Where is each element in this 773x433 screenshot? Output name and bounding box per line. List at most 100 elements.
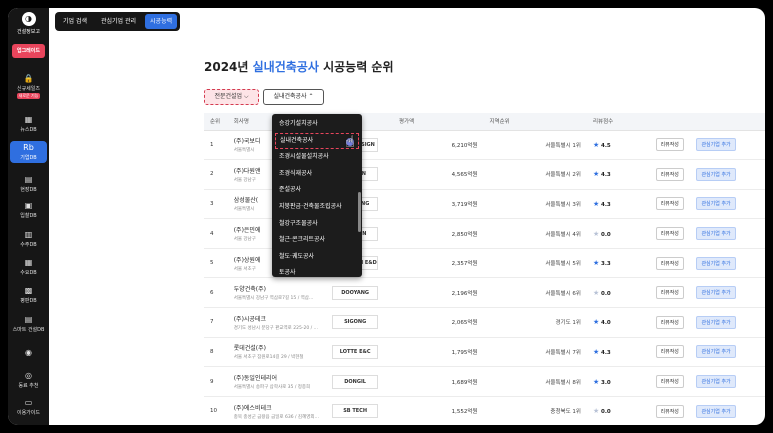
sidebar-item-3[interactable]: ▤ 현장DB <box>10 175 47 193</box>
header-rank: 순위 <box>204 113 228 131</box>
write-review-button[interactable]: 리뷰작성 <box>655 167 684 181</box>
sidebar-item-2[interactable]: Rb 기업DB <box>10 141 47 163</box>
review-cell: 리뷰작성 <box>649 366 691 397</box>
add-favorite-button[interactable]: 관심기업 추가 <box>696 197 736 211</box>
sidebar-item-10[interactable]: ◎ 동료 추천 <box>10 371 47 389</box>
star-icon: ★ <box>592 140 600 149</box>
hand-cursor-icon: ☝ <box>345 132 355 151</box>
dropdown-option[interactable]: 지붕판금·건축물조립공사 <box>272 199 362 216</box>
review-score: 0.0 <box>601 409 611 416</box>
amount-cell: 4,565억원 <box>392 159 484 190</box>
table-row[interactable]: 9 (주)동일인테리어 서울특별시 송파구 삼학사로 35 / 정종희 DONGIL 1… <box>204 366 765 397</box>
new-feature-badge: 새로운 기능 <box>16 93 41 99</box>
write-review-button[interactable]: 리뷰작성 <box>655 197 684 211</box>
company-name[interactable]: (주)동일인테리어 <box>234 373 326 382</box>
sidebar-item-icon: ◎ <box>25 371 32 380</box>
sidebar-item-7[interactable]: ▩ 평판DB <box>10 286 47 304</box>
write-review-button[interactable]: 리뷰작성 <box>655 286 684 300</box>
dropdown-option[interactable]: 철도·궤도공사 <box>272 249 362 266</box>
table-row[interactable]: 10 (주)에스비테크 충북 충성군 금왕읍 금일로 636 / 김혜영외… SB T… <box>204 396 765 425</box>
dropdown-option[interactable]: 준설공사 <box>272 182 362 199</box>
write-review-button[interactable]: 리뷰작성 <box>655 138 684 152</box>
app-logo[interactable]: ◑ 건설정보고 <box>8 12 49 35</box>
sidebar-item-9[interactable]: ◉ <box>10 348 47 359</box>
app-window: ◑ 건설정보고 업그레이드 🔒 신규세일즈새로운 기능 ▦ 뉴스DB Rb 기업DB ▤ 현장… <box>8 8 765 425</box>
upgrade-button[interactable]: 업그레이드 <box>12 44 45 58</box>
subcategory-select[interactable]: 실내건축공사 ⌃ <box>263 89 324 105</box>
sidebar-item-label: 뉴스DB <box>20 127 37 133</box>
dropdown-option[interactable]: 철강구조물공사 <box>272 216 362 233</box>
table-row[interactable]: 8 롯데건설(주) 서울 서초구 잠원로14길 29 / 박현철 LOTTE E&C 1… <box>204 337 765 368</box>
chevron-down-icon: ⌵ <box>243 93 249 100</box>
add-favorite-button[interactable]: 관심기업 추가 <box>696 404 736 418</box>
company-cell[interactable]: (주)에스비테크 충북 충성군 금왕읍 금일로 636 / 김혜영외… <box>227 396 327 425</box>
company-cell[interactable]: 두양건축(주) 서울특별시 강남구 역삼로7길 15 / 역삼… <box>227 277 327 309</box>
company-cell[interactable]: 롯데건설(주) 서울 서초구 잠원로14길 29 / 박현철 <box>227 337 327 368</box>
logo-cell: DOOYANG <box>326 277 393 309</box>
dropdown-option[interactable]: 토공사 <box>272 265 362 282</box>
company-name[interactable]: 두양건축(주) <box>234 284 326 293</box>
dropdown-option[interactable]: 조경식재공사 <box>272 166 362 183</box>
favorite-cell: 관심기업 추가 <box>690 396 765 425</box>
sidebar-item-icon: ▤ <box>24 175 33 184</box>
star-icon: ★ <box>592 318 600 327</box>
dropdown-scrollbar[interactable] <box>358 192 361 232</box>
company-name[interactable]: 롯데건설(주) <box>234 343 326 352</box>
tab-company-search[interactable]: 기업 검색 <box>58 14 92 29</box>
write-review-button[interactable]: 리뷰작성 <box>655 315 684 329</box>
company-cell[interactable]: (주)동일인테리어 서울특별시 송파구 삼학사로 35 / 정종희 <box>227 366 327 397</box>
add-favorite-button[interactable]: 관심기업 추가 <box>696 227 736 241</box>
add-favorite-button[interactable]: 관심기업 추가 <box>696 286 736 300</box>
company-cell[interactable]: (주)시공테크 경기도 성남시 분당구 판교역로 225-20 / … <box>227 307 327 338</box>
company-address: 서울 서초구 잠원로14길 29 / 박현철 <box>233 355 304 361</box>
star-icon: ★ <box>592 229 600 238</box>
dropdown-option[interactable]: 승강기설치공사 <box>272 116 362 133</box>
sidebar-item-1[interactable]: ▦ 뉴스DB <box>10 115 47 133</box>
sidebar-item-11[interactable]: ▭ 이용가이드 <box>10 398 47 416</box>
table-row[interactable]: 7 (주)시공테크 경기도 성남시 분당구 판교역로 225-20 / … SIGON… <box>204 307 765 338</box>
company-logo: LOTTE E&C <box>332 344 379 359</box>
company-name[interactable]: (주)시공테크 <box>234 314 326 323</box>
amount-cell: 2,196억원 <box>392 277 484 309</box>
dropdown-option[interactable]: 조경시설물설치공사 <box>272 149 362 166</box>
sidebar-item-label: 현장DB <box>20 187 37 193</box>
sidebar-item-6[interactable]: ▦ 수요DB <box>10 258 47 276</box>
sidebar: ◑ 건설정보고 업그레이드 🔒 신규세일즈새로운 기능 ▦ 뉴스DB Rb 기업DB ▤ 현장… <box>8 8 49 425</box>
table-row[interactable]: 6 두양건축(주) 서울특별시 강남구 역삼로7길 15 / 역삼… DOOYANG 2… <box>204 277 765 309</box>
sidebar-item-4[interactable]: ▣ 입찰DB <box>10 201 47 219</box>
sidebar-item-icon: ▣ <box>24 201 33 210</box>
add-favorite-button[interactable]: 관심기업 추가 <box>696 315 736 329</box>
write-review-button[interactable]: 리뷰작성 <box>655 375 684 389</box>
dropdown-option[interactable]: 철근·콘크리트공사 <box>272 232 362 249</box>
write-review-button[interactable]: 리뷰작성 <box>655 404 684 418</box>
add-favorite-button[interactable]: 관심기업 추가 <box>696 167 736 181</box>
sidebar-item-8[interactable]: ▤ 스마트 건설DB <box>10 315 47 333</box>
star-icon: ★ <box>592 407 600 416</box>
company-logo: SIGONG <box>332 315 379 330</box>
sidebar-item-label: 신규세일즈 <box>16 86 40 92</box>
sidebar-item-label: 기업DB <box>20 155 37 161</box>
write-review-button[interactable]: 리뷰작성 <box>655 227 684 241</box>
review-cell: 리뷰작성 <box>649 130 691 161</box>
category-select[interactable]: 전문건설업 ⌵ <box>204 89 259 105</box>
amount-cell: 2,357억원 <box>392 248 484 279</box>
add-favorite-button[interactable]: 관심기업 추가 <box>696 345 736 359</box>
company-logo: DOOYANG <box>332 285 379 300</box>
tab-favorites[interactable]: 관심기업 관리 <box>96 14 141 29</box>
review-cell: 리뷰작성 <box>649 396 691 425</box>
sidebar-item-label: 평판DB <box>20 298 37 304</box>
sidebar-item-0[interactable]: 🔒 신규세일즈새로운 기능 <box>10 74 47 99</box>
add-favorite-button[interactable]: 관심기업 추가 <box>696 375 736 389</box>
logo-cell: SIGONG <box>326 307 393 338</box>
add-favorite-button[interactable]: 관심기업 추가 <box>696 138 736 152</box>
tab-construction-capacity[interactable]: 시공능력 <box>145 14 178 29</box>
sidebar-item-5[interactable]: ▥ 수주DB <box>10 230 47 248</box>
company-name[interactable]: (주)에스비테크 <box>234 403 326 412</box>
review-cell: 리뷰작성 <box>649 277 691 309</box>
write-review-button[interactable]: 리뷰작성 <box>655 256 684 270</box>
favorite-cell: 관심기업 추가 <box>690 277 765 309</box>
add-favorite-button[interactable]: 관심기업 추가 <box>696 256 736 270</box>
page-title: 2024년 실내건축공사 시공능력 순위 <box>204 60 394 74</box>
review-score: 4.3 <box>601 349 611 356</box>
write-review-button[interactable]: 리뷰작성 <box>655 345 684 359</box>
